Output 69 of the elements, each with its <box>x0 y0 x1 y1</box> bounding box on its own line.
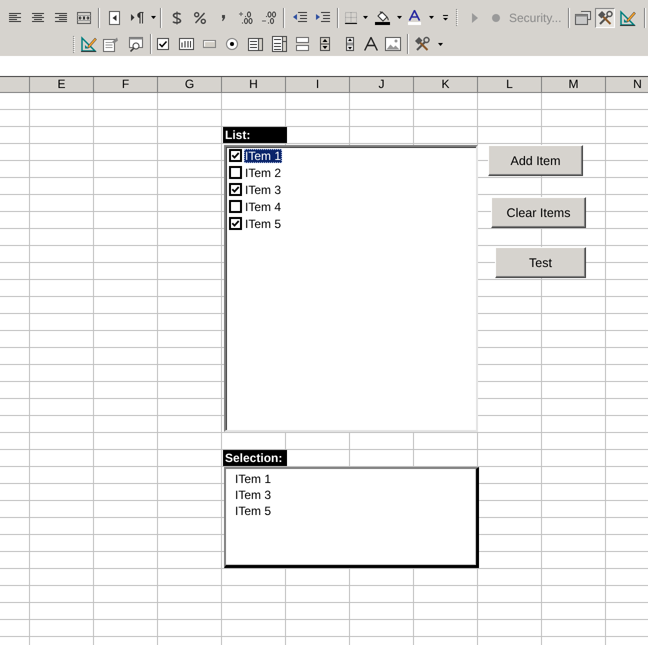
list-item[interactable]: ITem 1 <box>244 148 282 162</box>
scroll-bar-tool-icon[interactable] <box>346 37 354 51</box>
editor-window-icon[interactable] <box>574 10 590 24</box>
column-header[interactable]: J <box>350 77 414 93</box>
list-item[interactable]: ITem 4 <box>244 200 282 214</box>
selection-list-item[interactable]: ITem 3 <box>235 488 272 502</box>
dropdown-arrow-icon[interactable] <box>362 16 368 19</box>
properties-sheet-icon[interactable] <box>103 36 118 52</box>
text-box-tool-icon[interactable] <box>178 38 194 50</box>
column-header[interactable]: M <box>542 77 606 93</box>
pilcrow-arrow-icon[interactable] <box>131 12 144 24</box>
clear-items-button[interactable]: Clear Items <box>491 197 586 228</box>
column-header[interactable]: N <box>606 77 648 93</box>
checkbox[interactable] <box>229 217 242 230</box>
currency-icon[interactable] <box>172 10 182 24</box>
align-left-icon[interactable] <box>8 13 20 22</box>
increase-indent-icon[interactable] <box>316 12 330 23</box>
list-box[interactable]: ITem 1 ITem 2 ITem 3 ITem 4 ITem 5 <box>224 145 478 432</box>
checkbox[interactable] <box>229 166 242 179</box>
toggle-button-tool-icon[interactable] <box>296 37 308 51</box>
decrease-decimal-icon[interactable] <box>262 11 276 24</box>
spin-button-tool-icon[interactable] <box>320 37 330 51</box>
selection-label: Selection: <box>223 450 287 466</box>
command-button-tool-icon[interactable] <box>202 40 216 48</box>
comma-icon[interactable] <box>220 14 224 20</box>
list-item[interactable]: ITem 5 <box>244 216 282 230</box>
checkbox[interactable] <box>229 149 242 162</box>
more-controls-icon[interactable] <box>414 36 430 52</box>
list-item[interactable]: ITem 2 <box>244 166 282 180</box>
set-square-pencil-icon[interactable] <box>620 10 636 26</box>
combo-box-tool-icon[interactable] <box>272 36 286 52</box>
align-center-icon[interactable] <box>32 13 44 22</box>
selection-list-box[interactable]: ITem 1 ITem 3 ITem 5 <box>224 467 479 568</box>
window-magnifier-icon[interactable] <box>128 36 142 52</box>
label-tool-icon[interactable] <box>364 37 378 51</box>
column-header[interactable] <box>0 77 30 93</box>
selection-list-item[interactable]: ITem 1 <box>235 472 272 486</box>
align-right-icon[interactable] <box>54 13 66 22</box>
column-header[interactable]: I <box>286 77 350 93</box>
add-item-button[interactable]: Add Item <box>488 145 583 176</box>
selection-list-item[interactable]: ITem 5 <box>235 504 272 518</box>
increase-decimal-icon[interactable] <box>238 11 252 24</box>
dropdown-arrow-icon[interactable] <box>438 42 442 46</box>
column-header[interactable]: L <box>478 77 542 93</box>
dropdown-arrow-icon[interactable] <box>396 16 402 19</box>
checkbox[interactable] <box>229 183 242 196</box>
column-header[interactable]: E <box>30 77 94 93</box>
column-header[interactable]: F <box>94 77 158 93</box>
merge-center-icon[interactable] <box>76 12 90 24</box>
fill-bucket-icon[interactable] <box>374 10 390 25</box>
image-tool-icon[interactable] <box>385 37 401 51</box>
list-box-tool-icon[interactable] <box>248 38 262 50</box>
dropdown-arrow-icon[interactable] <box>428 16 434 19</box>
column-header[interactable]: H <box>222 77 286 93</box>
borders-icon[interactable] <box>344 12 356 24</box>
checkbox[interactable] <box>229 200 242 213</box>
toolbar-options-icon[interactable] <box>442 14 448 20</box>
list-label: List: <box>223 127 287 143</box>
test-button[interactable]: Test <box>495 247 586 278</box>
column-header[interactable]: G <box>158 77 222 93</box>
decrease-indent-icon[interactable] <box>292 12 306 23</box>
percent-icon[interactable] <box>194 12 206 24</box>
checkbox-tool-icon[interactable] <box>157 38 169 50</box>
column-header[interactable]: K <box>414 77 478 93</box>
set-square-pencil-icon[interactable] <box>81 36 97 52</box>
dropdown-arrow-icon[interactable] <box>150 16 156 19</box>
list-item[interactable]: ITem 3 <box>244 182 282 196</box>
option-button-tool-icon[interactable] <box>226 38 238 50</box>
font-color-icon[interactable] <box>408 10 420 25</box>
